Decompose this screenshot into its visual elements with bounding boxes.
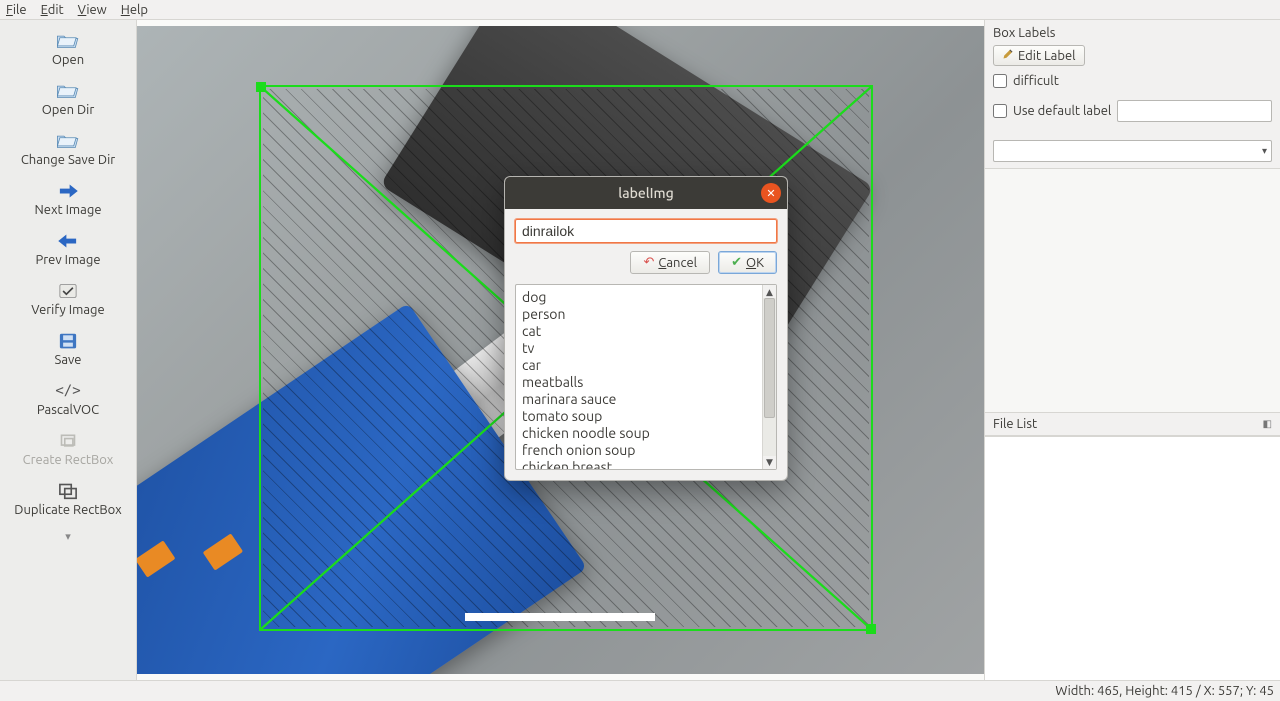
open-label: Open <box>52 53 84 67</box>
listbox-scrollbar[interactable]: ▲ ▼ <box>762 285 776 469</box>
box-labels-section: Box Labels Edit Label difficult <box>985 20 1280 94</box>
save-button[interactable]: Save <box>3 324 133 372</box>
file-list-body[interactable] <box>985 436 1280 680</box>
bbox-handle-bottom-right[interactable] <box>866 624 876 634</box>
menu-file[interactable]: File <box>6 3 27 17</box>
chevron-down-icon: ▾ <box>1262 145 1267 157</box>
box-labels-title: Box Labels <box>993 26 1272 40</box>
close-icon[interactable]: ✕ <box>761 183 781 203</box>
difficult-checkbox[interactable] <box>993 74 1007 88</box>
menu-file-rest: ile <box>13 3 27 17</box>
label-option[interactable]: dog <box>522 289 756 306</box>
left-toolbar: Open Open Dir Change Save Dir Next Image… <box>0 20 137 680</box>
use-default-label-text: Use default label <box>1013 104 1111 118</box>
change-save-dir-button[interactable]: Change Save Dir <box>3 124 133 172</box>
format-icon: </> <box>55 379 80 403</box>
folder-save-icon <box>55 129 81 153</box>
scroll-track[interactable] <box>763 298 776 456</box>
label-combo[interactable]: ▾ <box>993 140 1272 162</box>
verify-image-label: Verify Image <box>31 303 104 317</box>
format-button[interactable]: </> PascalVOC <box>3 374 133 422</box>
file-list-header: File List ◧ <box>985 413 1280 436</box>
label-option[interactable]: tomato soup <box>522 408 756 425</box>
label-option[interactable]: chicken breast <box>522 459 756 469</box>
open-dir-label: Open Dir <box>42 103 95 117</box>
menu-help[interactable]: Help <box>121 3 148 17</box>
difficult-checkbox-row[interactable]: difficult <box>993 74 1272 88</box>
prev-image-label: Prev Image <box>35 253 100 267</box>
file-list-collapse-icon[interactable]: ◧ <box>1263 418 1272 430</box>
format-label: PascalVOC <box>37 403 99 417</box>
label-option[interactable]: car <box>522 357 756 374</box>
use-default-label-row[interactable]: Use default label <box>993 104 1111 118</box>
next-image-button[interactable]: Next Image <box>3 174 133 222</box>
verify-icon <box>55 279 81 303</box>
label-option[interactable]: meatballs <box>522 374 756 391</box>
label-option[interactable]: person <box>522 306 756 323</box>
label-option[interactable]: cat <box>522 323 756 340</box>
dialog-title: labelImg <box>618 185 674 201</box>
label-option[interactable]: marinara sauce <box>522 391 756 408</box>
folder-open-icon <box>55 29 81 53</box>
dialog-titlebar[interactable]: labelImg ✕ <box>505 177 787 209</box>
create-rectbox-button: Create RectBox <box>3 424 133 472</box>
cancel-button[interactable]: ↶ Cancel <box>630 251 710 274</box>
duplicate-rectbox-button[interactable]: Duplicate RectBox <box>3 474 133 522</box>
save-label: Save <box>55 353 82 367</box>
file-list-title: File List <box>993 417 1037 431</box>
open-dir-button[interactable]: Open Dir <box>3 74 133 122</box>
label-option[interactable]: french onion soup <box>522 442 756 459</box>
difficult-label: difficult <box>1013 74 1059 88</box>
check-icon: ✔ <box>731 255 742 270</box>
use-default-label-checkbox[interactable] <box>993 104 1007 118</box>
arrow-left-icon <box>55 229 81 253</box>
verify-image-button[interactable]: Verify Image <box>3 274 133 322</box>
edit-label-text: Edit Label <box>1018 49 1076 63</box>
menu-view[interactable]: View <box>78 3 107 17</box>
label-input[interactable] <box>515 219 777 243</box>
create-rect-icon <box>55 429 81 453</box>
prev-image-button[interactable]: Prev Image <box>3 224 133 272</box>
change-save-dir-label: Change Save Dir <box>21 153 115 167</box>
bbox-handle-top-left[interactable] <box>256 82 266 92</box>
scroll-thumb[interactable] <box>764 298 775 418</box>
ok-button[interactable]: ✔ OK <box>718 251 777 274</box>
menubar: File Edit View Help <box>0 0 1280 20</box>
duplicate-icon <box>55 479 81 503</box>
create-rect-label: Create RectBox <box>23 453 114 467</box>
undo-icon: ↶ <box>643 255 654 270</box>
save-icon <box>55 329 81 353</box>
status-text: Width: 465, Height: 415 / X: 557; Y: 45 <box>1055 684 1274 698</box>
next-image-label: Next Image <box>35 203 102 217</box>
label-options-listbox[interactable]: dogpersoncattvcarmeatballsmarinara sauce… <box>515 284 777 470</box>
statusbar: Width: 465, Height: 415 / X: 557; Y: 45 <box>0 680 1280 701</box>
pencil-icon <box>1002 48 1014 63</box>
label-dialog: labelImg ✕ ↶ Cancel ✔ OK dogpersoncattvc… <box>504 176 788 481</box>
right-panel: Box Labels Edit Label difficult Use defa… <box>984 20 1280 680</box>
open-button[interactable]: Open <box>3 24 133 72</box>
arrow-right-icon <box>55 179 81 203</box>
label-option[interactable]: chicken noodle soup <box>522 425 756 442</box>
scroll-up-icon[interactable]: ▲ <box>766 286 773 298</box>
menu-edit[interactable]: Edit <box>41 3 64 17</box>
scroll-down-icon[interactable]: ▼ <box>766 456 773 468</box>
label-option[interactable]: tv <box>522 340 756 357</box>
folder-open-dir-icon <box>55 79 81 103</box>
toolbar-expand-icon[interactable]: ▾ <box>65 530 71 543</box>
edit-label-button[interactable]: Edit Label <box>993 45 1085 66</box>
duplicate-rect-label: Duplicate RectBox <box>14 503 121 517</box>
default-label-input[interactable] <box>1117 100 1272 122</box>
label-list-area <box>985 168 1280 413</box>
label-options-items[interactable]: dogpersoncattvcarmeatballsmarinara sauce… <box>516 285 762 469</box>
